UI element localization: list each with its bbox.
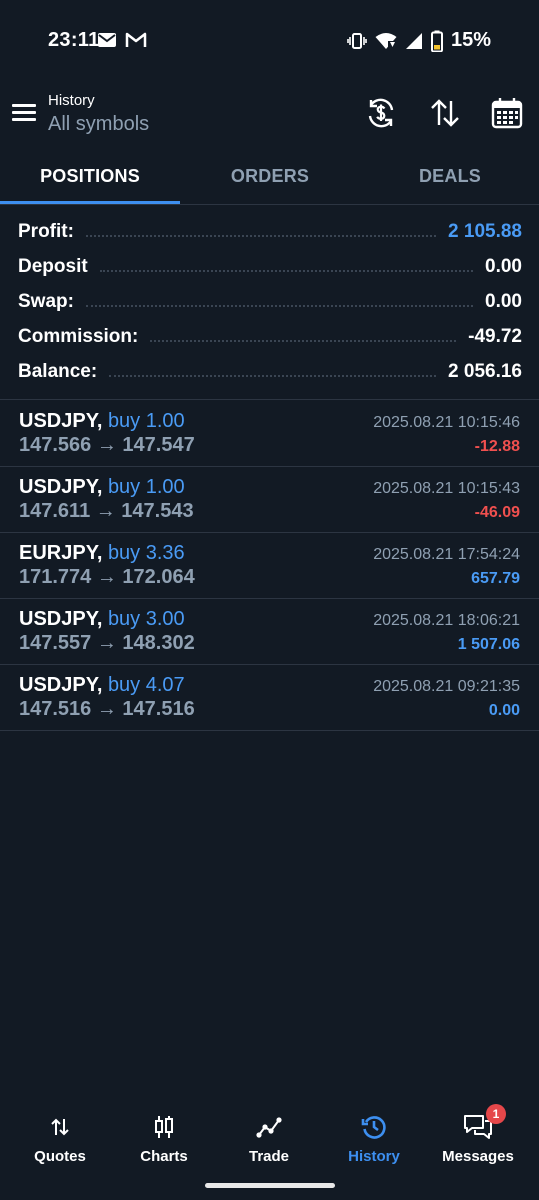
vibrate-icon: [347, 32, 367, 49]
list-item[interactable]: USDJPY, buy 3.00 147.557 → 148.302 2025.…: [0, 598, 539, 664]
row-divider: [0, 730, 539, 731]
wifi-icon: [375, 32, 397, 50]
list-item[interactable]: USDJPY, buy 4.07 147.516 → 147.516 2025.…: [0, 664, 539, 730]
battery-percent: 15%: [450, 29, 491, 51]
dot-leader: [150, 339, 457, 342]
status-time: 23:11: [48, 29, 100, 51]
quotes-icon: [51, 1118, 69, 1136]
deal-time: 2025.08.21 10:15:46: [373, 414, 520, 431]
commission-row: Commission: -49.72: [18, 319, 522, 354]
commission-label: Commission:: [18, 325, 139, 347]
swap-value: 0.00: [485, 290, 522, 312]
deal-time: 2025.08.21 09:21:35: [373, 678, 520, 695]
nav-history[interactable]: History: [324, 1112, 424, 1165]
deal-symbol: USDJPY,: [19, 410, 103, 432]
tab-orders[interactable]: ORDERS: [180, 152, 360, 204]
profit-value: 2 105.88: [448, 220, 522, 242]
list-item[interactable]: EURJPY, buy 3.36 171.774 → 172.064 2025.…: [0, 532, 539, 598]
currency-refresh-icon[interactable]: [364, 96, 398, 130]
deposit-value: 0.00: [485, 255, 522, 277]
summary-panel: Profit: 2 105.88 Deposit 0.00 Swap: 0.00…: [18, 214, 522, 389]
list-item[interactable]: USDJPY, buy 1.00 147.611 → 147.543 2025.…: [0, 466, 539, 532]
deal-prices: 147.516 → 147.516: [19, 698, 195, 720]
deal-profit: -46.09: [474, 504, 520, 521]
nav-quotes-label: Quotes: [34, 1148, 86, 1165]
nav-charts-label: Charts: [140, 1148, 188, 1165]
commission-value: -49.72: [468, 325, 522, 347]
nav-charts[interactable]: Charts: [114, 1112, 214, 1165]
deal-profit: -12.88: [474, 438, 520, 455]
balance-label: Balance:: [18, 360, 98, 382]
calendar-icon[interactable]: [490, 96, 524, 130]
history-tabs: POSITIONS ORDERS DEALS: [0, 152, 539, 204]
deal-time: 2025.08.21 18:06:21: [373, 612, 520, 629]
symbol-filter[interactable]: All symbols: [48, 113, 149, 136]
deal-prices: 147.611 → 147.543: [19, 500, 194, 522]
tabs-divider: [0, 204, 539, 205]
deal-symbol: USDJPY,: [19, 674, 103, 696]
app-header: History All symbols: [0, 80, 539, 152]
deal-prices: 147.566 → 147.547: [19, 434, 195, 456]
deal-profit: 0.00: [488, 702, 520, 719]
nav-messages[interactable]: 1 Messages: [428, 1104, 528, 1165]
dot-leader: [109, 374, 437, 377]
sort-icon[interactable]: [428, 96, 462, 130]
dot-leader: [85, 304, 474, 307]
deal-symbol: USDJPY,: [19, 608, 103, 630]
dot-leader: [99, 269, 474, 272]
messages-badge: 1: [486, 1104, 506, 1124]
signal-icon: [405, 32, 422, 49]
menu-icon[interactable]: [12, 104, 36, 124]
mail-icon: [98, 33, 116, 47]
deal-time: 2025.08.21 17:54:24: [373, 546, 520, 563]
deal-symbol: USDJPY,: [19, 476, 103, 498]
profit-row: Profit: 2 105.88: [18, 214, 522, 249]
balance-row: Balance: 2 056.16: [18, 354, 522, 389]
nav-trade-label: Trade: [248, 1148, 290, 1165]
dot-leader: [85, 234, 437, 237]
deal-symbol: EURJPY,: [19, 542, 103, 564]
deal-prices: 147.557 → 148.302: [19, 632, 195, 654]
history-icon: [361, 1116, 386, 1139]
deposit-label: Deposit: [18, 255, 88, 277]
deal-profit: 657.79: [471, 570, 520, 587]
nav-messages-label: Messages: [442, 1148, 514, 1165]
charts-icon: [155, 1116, 173, 1138]
tab-deals[interactable]: DEALS: [360, 152, 539, 204]
home-indicator[interactable]: [205, 1183, 335, 1188]
deal-time: 2025.08.21 10:15:43: [373, 480, 520, 497]
gmail-icon: [125, 32, 147, 47]
deal-side: buy 4.07: [107, 674, 185, 696]
balance-value: 2 056.16: [448, 360, 522, 382]
nav-quotes[interactable]: Quotes: [10, 1112, 110, 1165]
deal-side: buy 1.00: [107, 476, 185, 498]
swap-label: Swap:: [18, 290, 74, 312]
status-bar: 23:11 15%: [0, 0, 539, 80]
swap-row: Swap: 0.00: [18, 284, 522, 319]
trade-icon: [256, 1117, 282, 1138]
battery-icon: [430, 30, 443, 52]
deal-side: buy 3.36: [107, 542, 185, 564]
nav-trade[interactable]: Trade: [219, 1112, 319, 1165]
deal-side: buy 3.00: [107, 608, 185, 630]
nav-history-label: History: [348, 1148, 400, 1165]
profit-label: Profit:: [18, 220, 74, 242]
page-title: History: [48, 92, 95, 109]
list-item[interactable]: USDJPY, buy 1.00 147.566 → 147.547 2025.…: [0, 400, 539, 466]
deal-side: buy 1.00: [107, 410, 185, 432]
deposit-row: Deposit 0.00: [18, 249, 522, 284]
tab-positions[interactable]: POSITIONS: [0, 152, 180, 204]
deal-prices: 171.774 → 172.064: [19, 566, 195, 588]
deal-profit: 1 507.06: [457, 636, 520, 653]
